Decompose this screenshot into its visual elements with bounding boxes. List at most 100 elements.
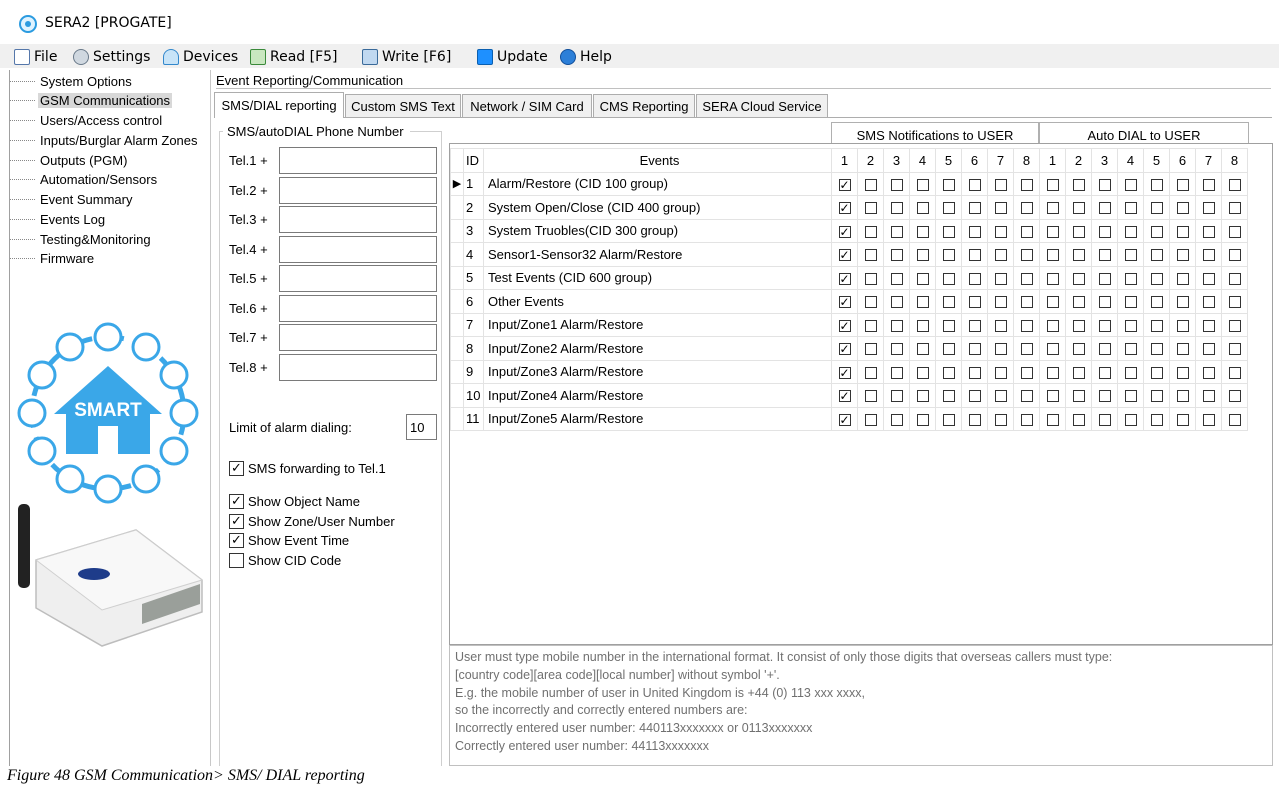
- sms-user-7-checkbox[interactable]: [994, 343, 1007, 356]
- sms-user-1-checkbox[interactable]: ✓: [838, 413, 851, 426]
- tel-8-input[interactable]: [279, 354, 437, 381]
- dial-user-7-checkbox[interactable]: [1202, 413, 1215, 426]
- sms-forwarding-checkbox[interactable]: ✓ SMS forwarding to Tel.1: [229, 459, 386, 477]
- sms-user-2-checkbox[interactable]: [864, 296, 877, 309]
- dial-user-8-checkbox[interactable]: [1228, 225, 1241, 238]
- dial-user-6-checkbox[interactable]: [1176, 296, 1189, 309]
- checkbox-box[interactable]: ✓: [229, 493, 244, 509]
- sms-user-4-checkbox[interactable]: [916, 225, 929, 238]
- sms-user-4-checkbox[interactable]: [916, 366, 929, 379]
- tab-cms-reporting[interactable]: CMS Reporting: [593, 94, 695, 117]
- sms-user-7-checkbox[interactable]: [994, 272, 1007, 285]
- sidebar-item-firmware[interactable]: Firmware: [10, 249, 96, 268]
- table-row[interactable]: ▶ 1 Alarm/Restore (CID 100 group) ✓: [450, 171, 1248, 196]
- sms-user-4-checkbox[interactable]: [916, 413, 929, 426]
- dial-user-3-checkbox[interactable]: [1098, 249, 1111, 262]
- dial-user-2-checkbox[interactable]: [1072, 343, 1085, 356]
- table-row[interactable]: 5 Test Events (CID 600 group) ✓: [450, 265, 1248, 290]
- sms-user-7-checkbox[interactable]: [994, 249, 1007, 262]
- show-event-time-checkbox[interactable]: ✓ Show Event Time: [229, 531, 349, 549]
- dial-user-3-checkbox[interactable]: [1098, 178, 1111, 191]
- dial-user-8-checkbox[interactable]: [1228, 319, 1241, 332]
- dial-user-3-checkbox[interactable]: [1098, 390, 1111, 403]
- sms-user-6-checkbox[interactable]: [968, 413, 981, 426]
- sidebar-item-outputs[interactable]: Outputs (PGM): [10, 151, 129, 170]
- sms-user-1-checkbox[interactable]: ✓: [838, 319, 851, 332]
- dial-user-7-checkbox[interactable]: [1202, 343, 1215, 356]
- sms-user-3-checkbox[interactable]: [890, 390, 903, 403]
- dial-user-8-checkbox[interactable]: [1228, 202, 1241, 215]
- sms-user-7-checkbox[interactable]: [994, 225, 1007, 238]
- dial-user-2-checkbox[interactable]: [1072, 366, 1085, 379]
- dial-user-3-checkbox[interactable]: [1098, 366, 1111, 379]
- show-cid-code-checkbox[interactable]: Show CID Code: [229, 551, 341, 569]
- sms-user-3-checkbox[interactable]: [890, 225, 903, 238]
- tel-3-input[interactable]: [279, 206, 437, 233]
- dial-user-2-checkbox[interactable]: [1072, 390, 1085, 403]
- sms-user-5-checkbox[interactable]: [942, 296, 955, 309]
- tel-4-input[interactable]: [279, 236, 437, 263]
- dial-user-1-checkbox[interactable]: [1046, 202, 1059, 215]
- sms-user-3-checkbox[interactable]: [890, 272, 903, 285]
- tab-sms-dial-reporting[interactable]: SMS/DIAL reporting: [214, 92, 344, 118]
- sms-user-4-checkbox[interactable]: [916, 319, 929, 332]
- dial-user-2-checkbox[interactable]: [1072, 296, 1085, 309]
- dial-user-4-checkbox[interactable]: [1124, 413, 1137, 426]
- dial-user-6-checkbox[interactable]: [1176, 343, 1189, 356]
- sms-user-5-checkbox[interactable]: [942, 319, 955, 332]
- sms-user-2-checkbox[interactable]: [864, 225, 877, 238]
- sms-user-2-checkbox[interactable]: [864, 249, 877, 262]
- dial-user-6-checkbox[interactable]: [1176, 178, 1189, 191]
- sms-user-1-checkbox[interactable]: ✓: [838, 202, 851, 215]
- dial-user-8-checkbox[interactable]: [1228, 249, 1241, 262]
- sidebar-item-testing[interactable]: Testing&Monitoring: [10, 230, 153, 249]
- sms-user-5-checkbox[interactable]: [942, 225, 955, 238]
- sms-user-6-checkbox[interactable]: [968, 366, 981, 379]
- dial-user-7-checkbox[interactable]: [1202, 225, 1215, 238]
- sms-user-2-checkbox[interactable]: [864, 413, 877, 426]
- sms-user-4-checkbox[interactable]: [916, 178, 929, 191]
- sms-user-7-checkbox[interactable]: [994, 366, 1007, 379]
- sms-user-3-checkbox[interactable]: [890, 366, 903, 379]
- dial-user-8-checkbox[interactable]: [1228, 343, 1241, 356]
- sms-user-8-checkbox[interactable]: [1020, 390, 1033, 403]
- sms-user-5-checkbox[interactable]: [942, 343, 955, 356]
- dial-user-8-checkbox[interactable]: [1228, 296, 1241, 309]
- dial-user-7-checkbox[interactable]: [1202, 366, 1215, 379]
- dial-user-6-checkbox[interactable]: [1176, 366, 1189, 379]
- tel-5-input[interactable]: [279, 265, 437, 292]
- dial-user-7-checkbox[interactable]: [1202, 178, 1215, 191]
- dial-user-2-checkbox[interactable]: [1072, 249, 1085, 262]
- dial-user-1-checkbox[interactable]: [1046, 272, 1059, 285]
- dial-user-5-checkbox[interactable]: [1150, 272, 1163, 285]
- sms-user-7-checkbox[interactable]: [994, 413, 1007, 426]
- sms-user-1-checkbox[interactable]: ✓: [838, 272, 851, 285]
- sms-user-3-checkbox[interactable]: [890, 343, 903, 356]
- sms-user-5-checkbox[interactable]: [942, 366, 955, 379]
- checkbox-box[interactable]: ✓: [229, 513, 244, 529]
- sms-user-2-checkbox[interactable]: [864, 202, 877, 215]
- sms-user-5-checkbox[interactable]: [942, 413, 955, 426]
- tel-1-input[interactable]: [279, 147, 437, 174]
- menu-file[interactable]: File: [14, 47, 57, 67]
- dial-user-5-checkbox[interactable]: [1150, 343, 1163, 356]
- sms-user-7-checkbox[interactable]: [994, 178, 1007, 191]
- dial-user-5-checkbox[interactable]: [1150, 390, 1163, 403]
- sms-user-4-checkbox[interactable]: [916, 249, 929, 262]
- dial-user-2-checkbox[interactable]: [1072, 178, 1085, 191]
- dial-user-2-checkbox[interactable]: [1072, 202, 1085, 215]
- sms-user-6-checkbox[interactable]: [968, 390, 981, 403]
- table-row[interactable]: 7 Input/Zone1 Alarm/Restore ✓: [450, 312, 1248, 337]
- sms-user-1-checkbox[interactable]: ✓: [838, 249, 851, 262]
- sms-user-2-checkbox[interactable]: [864, 390, 877, 403]
- dial-user-6-checkbox[interactable]: [1176, 390, 1189, 403]
- sms-user-6-checkbox[interactable]: [968, 272, 981, 285]
- dial-user-8-checkbox[interactable]: [1228, 178, 1241, 191]
- dial-user-3-checkbox[interactable]: [1098, 413, 1111, 426]
- dial-user-1-checkbox[interactable]: [1046, 319, 1059, 332]
- dial-user-5-checkbox[interactable]: [1150, 249, 1163, 262]
- sms-user-3-checkbox[interactable]: [890, 249, 903, 262]
- dial-user-7-checkbox[interactable]: [1202, 319, 1215, 332]
- tel-6-input[interactable]: [279, 295, 437, 322]
- dial-user-5-checkbox[interactable]: [1150, 366, 1163, 379]
